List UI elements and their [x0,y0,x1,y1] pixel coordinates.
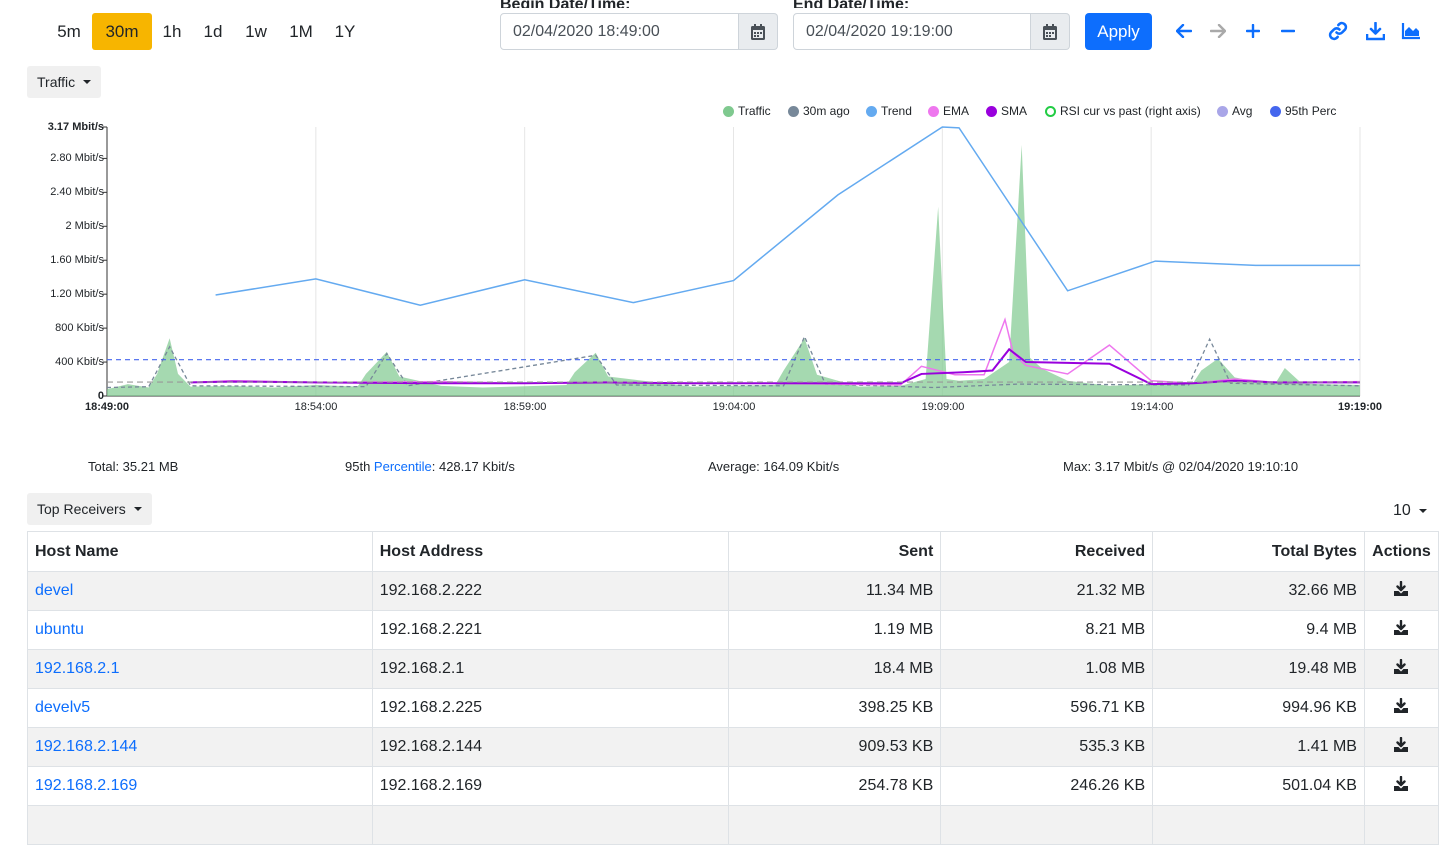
download-icon[interactable] [1393,658,1409,679]
host-name-link[interactable]: 192.168.2.1 [35,660,120,677]
x-tick-label: 19:09:00 [921,401,965,413]
x-tick-label: 19:14:00 [1130,401,1174,413]
download-icon[interactable] [1393,775,1409,796]
table-row: devel 192.168.2.222 11.34 MB 21.32 MB 32… [27,571,1440,611]
chevron-down-icon [1418,509,1427,513]
host-name-link[interactable]: 192.168.2.144 [35,738,137,755]
header-total-bytes[interactable]: Total Bytes [1152,531,1365,572]
received-cell: 21.32 MB [940,571,1154,611]
stat-percentile-prefix: 95th [345,459,374,474]
stat-average: Average: 164.09 Kbit/s [708,459,840,474]
total-bytes-cell: 19.48 MB [1152,649,1365,689]
sent-cell: 18.4 MB [728,649,942,689]
host-address-cell: 192.168.2.222 [371,571,730,611]
header-host-name[interactable]: Host Name [27,531,373,572]
header-sent[interactable]: Sent [728,531,942,572]
chevron-down-icon [133,507,142,511]
total-bytes-cell: 32.66 MB [1152,571,1365,611]
top-receivers-dropdown[interactable]: Top Receivers [27,493,152,525]
percentile-link[interactable]: Percentile [374,459,432,474]
table-row: 192.168.2.169 192.168.2.169 254.78 KB 24… [27,766,1440,806]
x-tick-label: 18:54:00 [294,401,338,413]
top-receivers-label: Top Receivers [37,501,126,517]
top-receivers-table: Host Name Host Address Sent Received Tot… [27,531,1440,845]
x-tick-label: 19:19:00 [1337,401,1383,413]
stat-total: Total: 35.21 MB [88,459,179,474]
download-icon[interactable] [1393,619,1409,640]
sent-cell: 909.53 KB [728,727,942,767]
received-cell: 8.21 MB [940,610,1154,650]
table-row: ubuntu 192.168.2.221 1.19 MB 8.21 MB 9.4… [27,610,1440,650]
x-tick-label: 18:59:00 [503,401,547,413]
sent-cell: 398.25 KB [728,688,942,728]
received-cell: 246.26 KB [940,766,1154,806]
host-address-cell: 192.168.2.1 [371,649,730,689]
received-cell: 1.08 MB [940,649,1154,689]
host-name-link[interactable]: ubuntu [35,621,84,638]
host-name-link[interactable]: devel [35,582,73,599]
stat-max: Max: 3.17 Mbit/s @ 02/04/2020 19:10:10 [1063,459,1299,474]
sent-cell: 254.78 KB [728,766,942,806]
table-row: develv5 192.168.2.225 398.25 KB 596.71 K… [27,688,1440,728]
total-bytes-cell: 994.96 KB [1152,688,1365,728]
download-icon[interactable] [1393,697,1409,718]
host-address-cell: 192.168.2.221 [371,610,730,650]
total-bytes-cell: 9.4 MB [1152,610,1365,650]
stat-percentile-value: : 428.17 Kbit/s [431,459,515,474]
page-size-dropdown[interactable]: 10 [1393,502,1427,520]
host-name-link[interactable]: develv5 [35,699,90,716]
header-host-address[interactable]: Host Address [371,531,730,572]
table-row [27,805,1440,845]
host-address-cell: 192.168.2.144 [371,727,730,767]
x-tick-label: 18:49:00 [84,401,130,413]
stat-percentile: 95th Percentile: 428.17 Kbit/s [345,459,515,474]
host-name-link[interactable]: 192.168.2.169 [35,777,137,794]
x-tick-label: 19:04:00 [712,401,756,413]
total-bytes-cell: 501.04 KB [1152,766,1365,806]
host-address-cell: 192.168.2.225 [371,688,730,728]
sent-cell: 11.34 MB [728,571,942,611]
trend-line [215,126,1360,306]
download-icon[interactable] [1393,580,1409,601]
header-actions: Actions [1363,531,1440,572]
table-header-row: Host Name Host Address Sent Received Tot… [27,531,1440,572]
page-size-value: 10 [1393,502,1411,519]
sent-cell: 1.19 MB [728,610,942,650]
total-bytes-cell: 1.41 MB [1152,727,1365,767]
received-cell: 535.3 KB [940,727,1154,767]
table-row: 192.168.2.1 192.168.2.1 18.4 MB 1.08 MB … [27,649,1440,689]
received-cell: 596.71 KB [940,688,1154,728]
traffic-chart[interactable] [0,0,1451,420]
table-row: 192.168.2.144 192.168.2.144 909.53 KB 53… [27,727,1440,767]
download-icon[interactable] [1393,736,1409,757]
host-address-cell: 192.168.2.169 [371,766,730,806]
header-received[interactable]: Received [940,531,1154,572]
